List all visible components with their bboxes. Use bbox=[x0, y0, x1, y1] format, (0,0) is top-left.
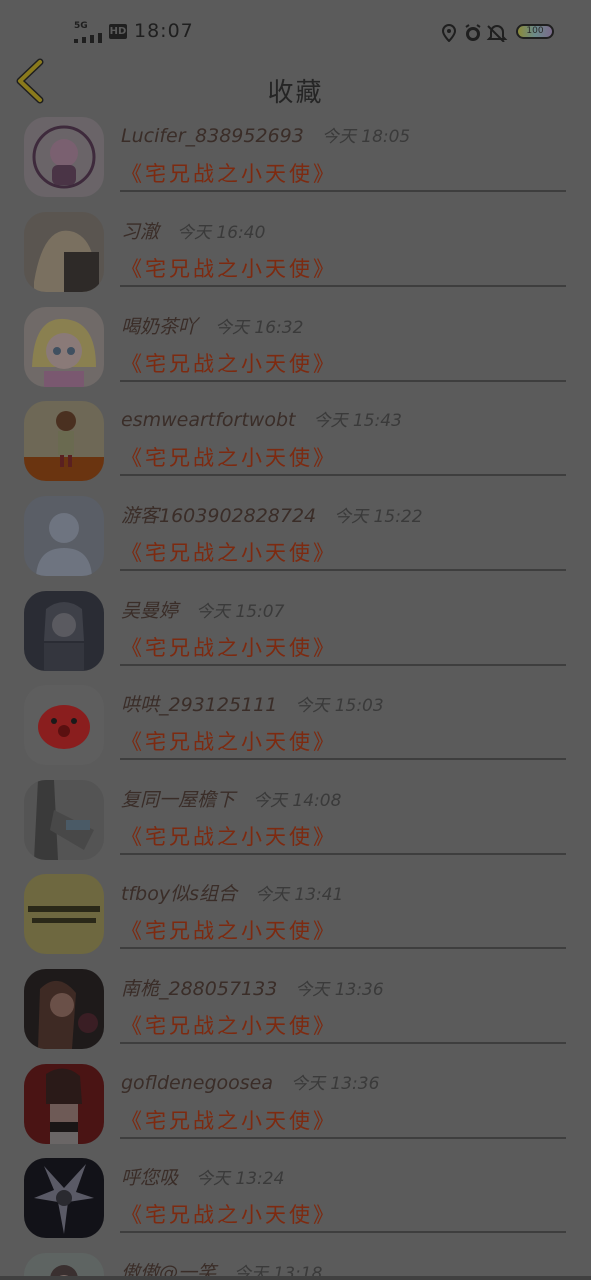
mute-bell-icon bbox=[486, 25, 508, 42]
avatar[interactable] bbox=[24, 212, 104, 292]
location-icon bbox=[441, 24, 457, 42]
favorite-title[interactable]: 《宅兄战之小天使》 bbox=[121, 726, 337, 756]
user-name: 南桅_288057133 今天 13:36 bbox=[121, 978, 384, 1000]
list-item[interactable]: 呼您吸 今天 13:24 《宅兄战之小天使》 bbox=[0, 1153, 591, 1248]
network-type: 5G bbox=[74, 21, 88, 31]
divider bbox=[120, 947, 566, 949]
list-item[interactable]: 吴曼婷 今天 15:07 《宅兄战之小天使》 bbox=[0, 586, 591, 681]
list-item[interactable]: Lucifer_838952693 今天 18:05 《宅兄战之小天使》 bbox=[0, 112, 591, 207]
signal-icon bbox=[74, 33, 102, 43]
divider bbox=[120, 1137, 566, 1139]
page-title: 收藏 bbox=[267, 78, 324, 108]
divider bbox=[120, 190, 566, 192]
status-icons bbox=[441, 24, 508, 42]
timestamp: 今天 18:05 bbox=[321, 127, 411, 147]
user-name: esmweartfortwobt 今天 15:43 bbox=[121, 409, 402, 431]
timestamp: 今天 13:36 bbox=[290, 1074, 380, 1094]
list-item[interactable]: esmweartfortwobt 今天 15:43 《宅兄战之小天使》 bbox=[0, 396, 591, 491]
divider bbox=[120, 758, 566, 760]
user-name: 习澈 今天 16:40 bbox=[121, 221, 266, 243]
avatar[interactable] bbox=[24, 1064, 104, 1144]
timestamp: 今天 15:03 bbox=[295, 696, 384, 716]
avatar[interactable] bbox=[24, 969, 104, 1049]
list-item[interactable]: gofldenegoosea 今天 13:36 《宅兄战之小天使》 bbox=[0, 1059, 591, 1154]
hd-badge: HD bbox=[109, 24, 127, 39]
timestamp: 今天 13:36 bbox=[295, 980, 384, 1000]
divider bbox=[120, 474, 566, 476]
favorite-title[interactable]: 《宅兄战之小天使》 bbox=[121, 253, 337, 283]
avatar[interactable] bbox=[24, 780, 104, 860]
avatar[interactable] bbox=[24, 401, 104, 481]
alarm-icon bbox=[465, 24, 481, 41]
status-time: 18:07 bbox=[134, 20, 194, 42]
timestamp: 今天 13:24 bbox=[196, 1169, 285, 1189]
timestamp: 今天 15:22 bbox=[334, 507, 423, 527]
divider bbox=[120, 1231, 566, 1233]
user-name: gofldenegoosea 今天 13:36 bbox=[121, 1072, 380, 1094]
list-item[interactable]: 游客1603902828724 今天 15:22 《宅兄战之小天使》 bbox=[0, 491, 591, 586]
favorite-title[interactable]: 《宅兄战之小天使》 bbox=[121, 348, 337, 378]
timestamp: 今天 16:32 bbox=[215, 318, 304, 338]
favorite-title[interactable]: 《宅兄战之小天使》 bbox=[121, 1105, 337, 1135]
favorite-title[interactable]: 《宅兄战之小天使》 bbox=[121, 158, 337, 188]
divider bbox=[120, 380, 566, 382]
favorite-title[interactable]: 《宅兄战之小天使》 bbox=[121, 821, 337, 851]
list-item[interactable]: 喝奶茶吖 今天 16:32 《宅兄战之小天使》 bbox=[0, 302, 591, 397]
divider bbox=[120, 853, 566, 855]
favorite-title[interactable]: 《宅兄战之小天使》 bbox=[121, 915, 337, 945]
divider bbox=[120, 285, 566, 287]
timestamp: 今天 13:41 bbox=[254, 885, 344, 905]
favorite-title[interactable]: 《宅兄战之小天使》 bbox=[121, 1010, 337, 1040]
favorite-title[interactable]: 《宅兄战之小天使》 bbox=[121, 537, 337, 567]
list-item[interactable]: 习澈 今天 16:40 《宅兄战之小天使》 bbox=[0, 207, 591, 302]
list-item[interactable]: 哄哄_293125111 今天 15:03 《宅兄战之小天使》 bbox=[0, 680, 591, 775]
list-item[interactable]: tfboy似s组合 今天 13:41 《宅兄战之小天使》 bbox=[0, 869, 591, 964]
timestamp: 今天 14:08 bbox=[253, 791, 342, 811]
timestamp: 今天 15:07 bbox=[196, 602, 285, 622]
list-item[interactable]: 复同一屋檐下 今天 14:08 《宅兄战之小天使》 bbox=[0, 775, 591, 870]
divider bbox=[120, 569, 566, 571]
status-bar: 5G HD 18:07 100 bbox=[0, 0, 591, 56]
avatar[interactable] bbox=[24, 1158, 104, 1238]
user-name: tfboy似s组合 今天 13:41 bbox=[121, 883, 344, 905]
bottom-strip bbox=[0, 1276, 591, 1280]
avatar[interactable] bbox=[24, 874, 104, 954]
avatar[interactable] bbox=[24, 496, 104, 576]
favorite-title[interactable]: 《宅兄战之小天使》 bbox=[121, 442, 337, 472]
avatar[interactable] bbox=[24, 591, 104, 671]
user-name: Lucifer_838952693 今天 18:05 bbox=[121, 125, 411, 147]
timestamp: 今天 15:43 bbox=[313, 411, 402, 431]
timestamp: 今天 16:40 bbox=[177, 223, 266, 243]
avatar[interactable] bbox=[24, 307, 104, 387]
user-name: 吴曼婷 今天 15:07 bbox=[121, 600, 285, 622]
user-name: 呼您吸 今天 13:24 bbox=[121, 1167, 285, 1189]
user-name: 喝奶茶吖 今天 16:32 bbox=[121, 316, 304, 338]
user-name: 哄哄_293125111 今天 15:03 bbox=[121, 694, 384, 716]
divider bbox=[120, 1042, 566, 1044]
avatar[interactable] bbox=[24, 117, 104, 197]
favorite-title[interactable]: 《宅兄战之小天使》 bbox=[121, 1199, 337, 1229]
user-name: 复同一屋檐下 今天 14:08 bbox=[121, 789, 342, 811]
user-name: 游客1603902828724 今天 15:22 bbox=[121, 505, 423, 527]
favorites-list: Lucifer_838952693 今天 18:05 《宅兄战之小天使》 习澈 今天… bbox=[0, 112, 591, 1280]
avatar[interactable] bbox=[24, 685, 104, 765]
divider bbox=[120, 664, 566, 666]
battery-icon: 100 bbox=[516, 24, 554, 39]
favorite-title[interactable]: 《宅兄战之小天使》 bbox=[121, 632, 337, 662]
list-item[interactable]: 南桅_288057133 今天 13:36 《宅兄战之小天使》 bbox=[0, 964, 591, 1059]
